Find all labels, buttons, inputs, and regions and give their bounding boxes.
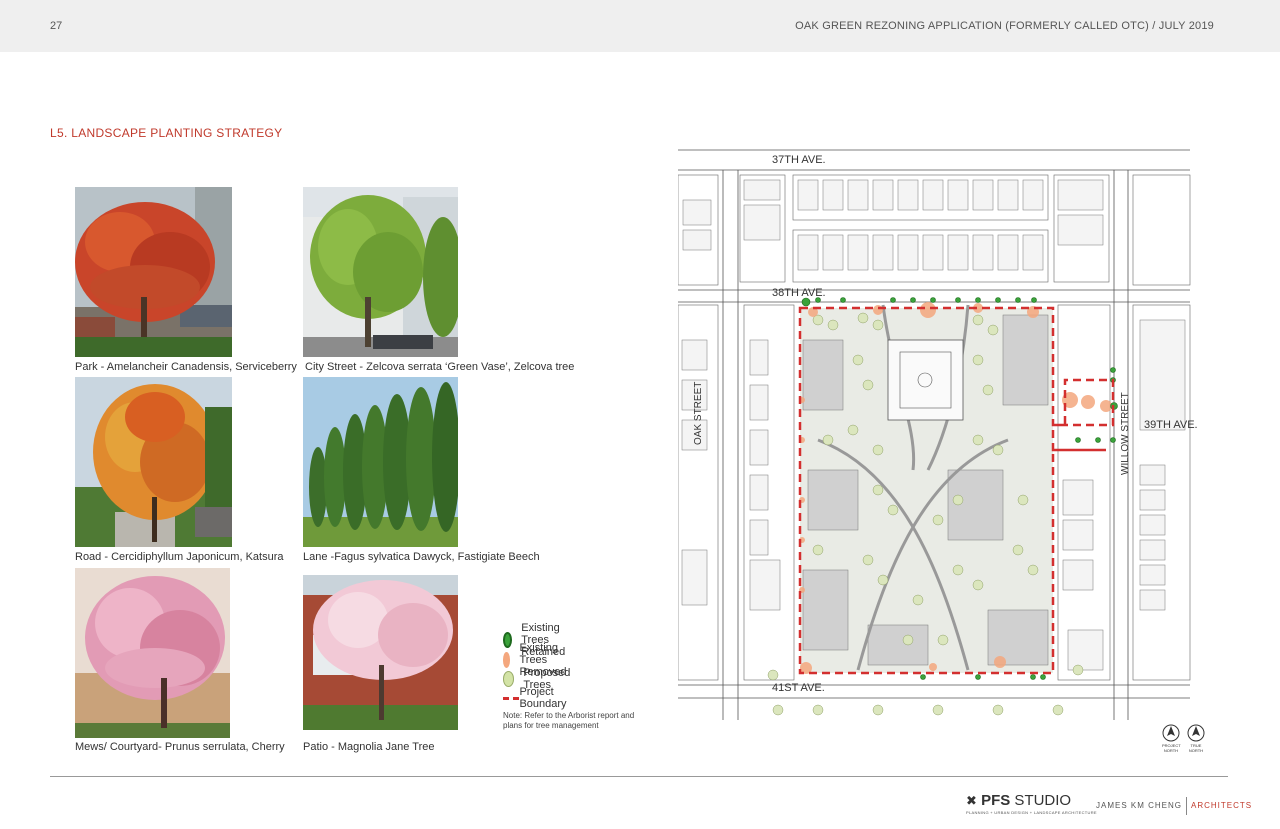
- project-north-arrow: PROJECT NORTH: [1162, 724, 1181, 753]
- caption-lane: Lane -Fagus sylvatica Dawyck, Fastigiate…: [303, 551, 540, 563]
- retained-tree-icon: [503, 632, 513, 648]
- caption-park: Park - Amelancheir Canadensis, Servicebe…: [75, 361, 297, 373]
- street-label-38th: 38TH AVE.: [772, 287, 826, 299]
- pfs-studio-logo: ✖ PFS STUDIO: [966, 792, 1072, 809]
- document-title: OAK GREEN REZONING APPLICATION (FORMERLY…: [795, 20, 1214, 32]
- removed-tree-icon: [503, 652, 511, 668]
- footer-divider: [50, 776, 1228, 777]
- photo-magnolia: [303, 575, 458, 730]
- site-plan-map: 37TH AVE. 38TH AVE. 39TH AVE. 41ST AVE. …: [677, 140, 1198, 725]
- header-bar: 27 OAK GREEN REZONING APPLICATION (FORME…: [0, 0, 1280, 52]
- proposed-tree-icon: [503, 671, 515, 687]
- street-label-39th: 39TH AVE.: [1144, 419, 1198, 431]
- caption-mews: Mews/ Courtyard- Prunus serrulata, Cherr…: [75, 741, 285, 753]
- caption-road: Road - Cercidiphyllum Japonicum, Katsura: [75, 551, 284, 563]
- north-arrow-icon: [1162, 724, 1180, 742]
- photo-katsura: [75, 377, 232, 547]
- street-label-willow: WILLOW STREET: [1120, 392, 1131, 475]
- section-title: L5. LANDSCAPE PLANTING STRATEGY: [50, 126, 283, 140]
- photo-cherry: [75, 568, 230, 738]
- photo-zelcova: [303, 187, 458, 357]
- pfs-studio-tagline: PLANNING + URBAN DESIGN + LANDSCAPE ARCH…: [966, 810, 1097, 815]
- true-north-arrow: TRUE NORTH: [1187, 724, 1205, 753]
- arborist-note: Note: Refer to the Arborist report and p…: [503, 711, 635, 731]
- photo-beech: [303, 377, 458, 547]
- photo-serviceberry: [75, 187, 232, 357]
- legend-item-boundary: Project Boundary: [503, 686, 575, 710]
- north-arrow-icon: [1187, 724, 1205, 742]
- page-number: 27: [50, 20, 63, 32]
- pfs-logo-icon: ✖: [966, 793, 977, 808]
- jkc-architects-logo: JAMES KM CHENG ARCHITECTS: [1096, 797, 1252, 815]
- street-label-37th: 37TH AVE.: [772, 154, 826, 166]
- caption-patio: Patio - Magnolia Jane Tree: [303, 741, 435, 753]
- caption-city-street: City Street - Zelcova serrata ‘Green Vas…: [305, 361, 575, 373]
- street-label-41st: 41ST AVE.: [772, 682, 825, 694]
- boundary-line-icon: [503, 696, 520, 700]
- street-label-oak: OAK STREET: [693, 381, 704, 445]
